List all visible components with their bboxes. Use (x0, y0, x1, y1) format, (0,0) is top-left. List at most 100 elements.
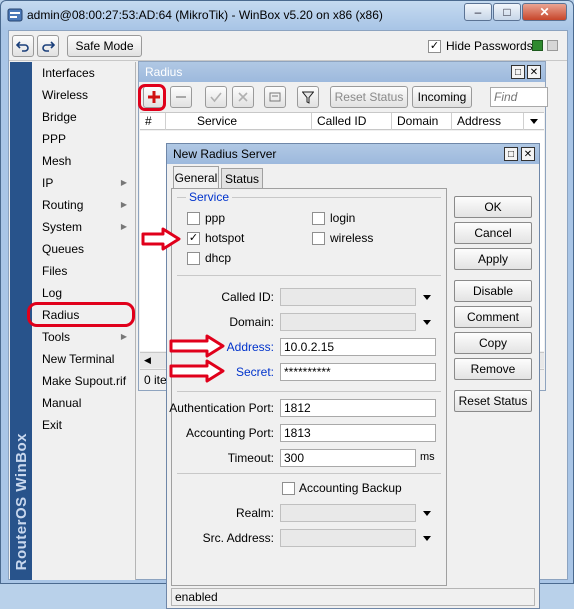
brand-label: RouterOS WinBox (13, 432, 30, 570)
disable-button[interactable] (232, 86, 254, 108)
dialog-title-bar[interactable]: New Radius Server □ ✕ (167, 144, 539, 164)
disable-button[interactable]: Disable (454, 280, 532, 302)
sidebar-item-label: Log (42, 286, 63, 300)
src-address-input[interactable] (280, 529, 416, 547)
realm-dropdown-icon[interactable] (423, 511, 431, 516)
copy-button[interactable]: Copy (454, 332, 532, 354)
sidebar-item-log[interactable]: Log (41, 282, 135, 304)
dialog-maximize-button[interactable]: □ (504, 147, 518, 161)
close-icon: ✕ (529, 66, 539, 78)
sidebar-item-files[interactable]: Files (41, 260, 135, 282)
cancel-button[interactable]: Cancel (454, 222, 532, 244)
src-address-dropdown-icon[interactable] (423, 536, 431, 541)
sidebar-item-label: Interfaces (42, 66, 95, 80)
apply-button[interactable]: Apply (454, 248, 532, 270)
filter-icon (302, 91, 314, 104)
scroll-left-icon[interactable]: ◀ (144, 355, 151, 366)
sidebar-item-bridge[interactable]: Bridge (41, 106, 135, 128)
filter-button[interactable] (297, 86, 319, 108)
safe-mode-button[interactable]: Safe Mode (67, 35, 142, 57)
hide-passwords-checkbox[interactable]: ✓ (428, 39, 441, 53)
service-ppp-checkbox[interactable] (187, 212, 200, 225)
sidebar-item-ppp[interactable]: PPP (41, 128, 135, 150)
remove-button[interactable] (170, 86, 192, 108)
hide-passwords-toggle[interactable]: ✓ Hide Passwords (428, 39, 533, 53)
sidebar-item-label: New Terminal (42, 352, 115, 366)
title-bar[interactable]: admin@08:00:27:53:AD:64 (MikroTik) - Win… (7, 4, 447, 26)
auth-port-label: Authentication Port: (169, 401, 274, 415)
status-text: enabled (175, 590, 218, 604)
called-id-dropdown-icon[interactable] (423, 295, 431, 300)
acct-port-input[interactable]: 1813 (280, 424, 436, 442)
comment-button[interactable] (264, 86, 286, 108)
service-dhcp-checkbox[interactable] (187, 252, 200, 265)
annotation-arrow-address (169, 334, 225, 358)
sidebar-item-ip[interactable]: IP ▶ (41, 172, 135, 194)
radius-maximize-button[interactable]: □ (511, 65, 525, 79)
sidebar-item-manual[interactable]: Manual (41, 392, 135, 414)
service-wireless-checkbox[interactable] (312, 232, 325, 245)
timeout-input[interactable]: 300 (280, 449, 416, 467)
domain-input[interactable] (280, 313, 416, 331)
column-header-called-id[interactable]: Called ID (312, 113, 392, 130)
remove-button[interactable]: Remove (454, 358, 532, 380)
separator (177, 391, 441, 392)
sidebar-item-new-terminal[interactable]: New Terminal (41, 348, 135, 370)
column-header-number[interactable]: # (140, 113, 166, 130)
minimize-button[interactable]: – (464, 3, 492, 21)
reset-status-button[interactable]: Reset Status (454, 390, 532, 412)
sidebar-item-tools[interactable]: Tools ▶ (41, 326, 135, 348)
sidebar-item-label: Routing (42, 198, 84, 212)
find-input[interactable] (490, 87, 548, 107)
submenu-arrow-icon: ▶ (120, 332, 127, 341)
columns-dropdown-icon[interactable] (530, 119, 538, 124)
radius-close-button[interactable]: ✕ (527, 65, 541, 79)
sidebar-item-label: Wireless (42, 88, 89, 102)
enable-button[interactable] (205, 86, 227, 108)
sidebar-item-mesh[interactable]: Mesh (41, 150, 135, 172)
close-button[interactable]: ✕ (522, 3, 567, 21)
auth-port-input[interactable]: 1812 (280, 399, 436, 417)
sidebar-item-label: Make Supout.rif (42, 374, 127, 388)
sidebar-item-interfaces[interactable]: Interfaces (41, 62, 135, 84)
address-input[interactable]: 10.0.2.15 (280, 338, 436, 356)
incoming-button[interactable]: Incoming (412, 86, 472, 108)
sidebar-item-wireless[interactable]: Wireless (41, 84, 135, 106)
redo-icon (42, 41, 55, 52)
column-header-domain[interactable]: Domain (392, 113, 452, 130)
sidebar-item-label: Tools (42, 330, 71, 344)
service-hotspot-checkbox[interactable]: ✓ (187, 232, 200, 245)
tab-status[interactable]: Status (221, 168, 263, 188)
undo-button[interactable] (12, 35, 34, 57)
comment-icon (269, 92, 281, 102)
redo-button[interactable] (37, 35, 59, 57)
status-lock-icon (532, 40, 543, 51)
domain-dropdown-icon[interactable] (423, 320, 431, 325)
acct-port-label: Accounting Port: (185, 426, 274, 440)
sidebar-item-routing[interactable]: Routing ▶ (41, 194, 135, 216)
sidebar-item-system[interactable]: System ▶ (41, 216, 135, 238)
radius-title-bar[interactable]: Radius □ ✕ (139, 62, 545, 82)
dialog-title: New Radius Server (173, 147, 277, 161)
called-id-input[interactable] (280, 288, 416, 306)
annotation-arrow-secret (169, 359, 225, 383)
comment-button[interactable]: Comment (454, 306, 532, 328)
maximize-icon: □ (503, 5, 511, 19)
dialog-close-button[interactable]: ✕ (521, 147, 535, 161)
realm-input[interactable] (280, 504, 416, 522)
column-header-service[interactable]: Service (192, 113, 312, 130)
sidebar-item-queues[interactable]: Queues (41, 238, 135, 260)
sidebar-item-exit[interactable]: Exit (41, 414, 135, 436)
secret-input[interactable]: ********** (280, 363, 436, 381)
column-header-address[interactable]: Address (452, 113, 524, 130)
general-tab-panel: Service ppp login ✓ hotspot wireless dhc… (169, 188, 447, 586)
tab-general[interactable]: General (173, 166, 219, 189)
annotation-arrow-hotspot (141, 227, 181, 251)
accounting-backup-checkbox[interactable] (282, 482, 295, 495)
sidebar-item-make-supout[interactable]: Make Supout.rif (41, 370, 135, 392)
ok-button[interactable]: OK (454, 196, 532, 218)
reset-status-button[interactable]: Reset Status (330, 86, 408, 108)
service-login-checkbox[interactable] (312, 212, 325, 225)
maximize-button[interactable]: □ (493, 3, 521, 21)
winbox-window: admin@08:00:27:53:AD:64 (MikroTik) - Win… (0, 0, 574, 609)
